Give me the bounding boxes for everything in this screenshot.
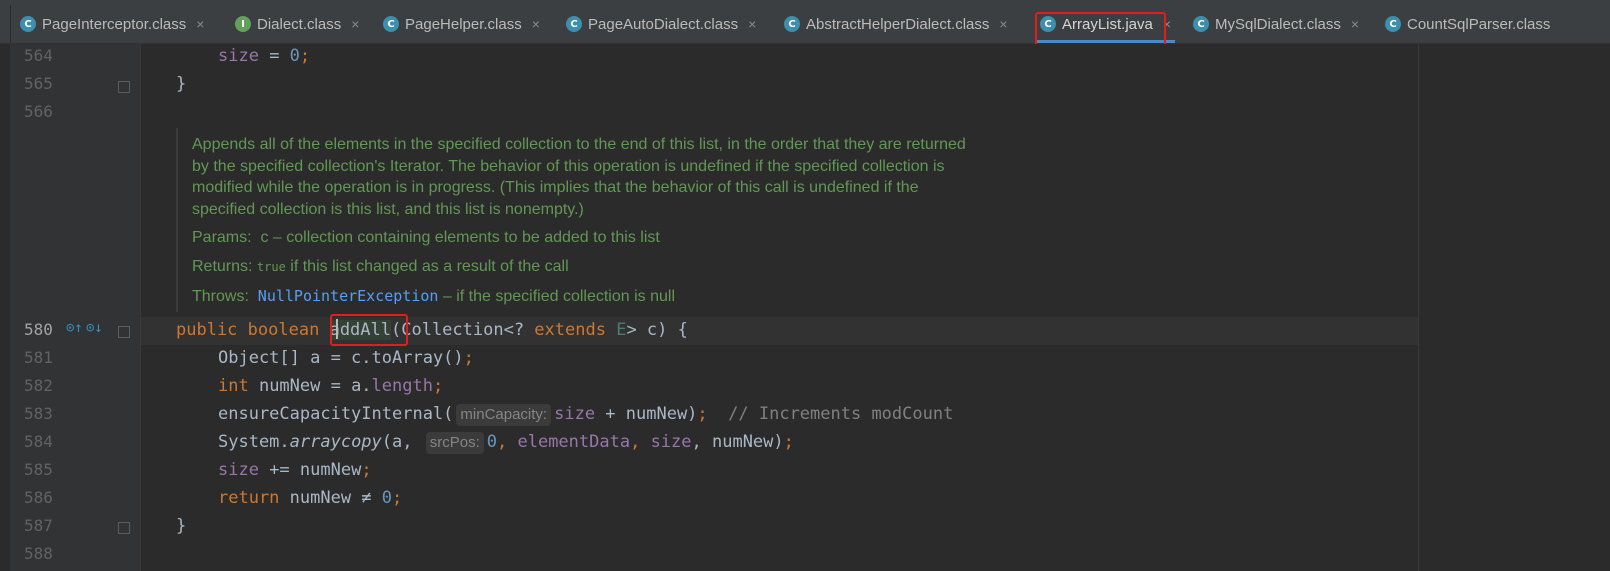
method-highlight-box: [330, 314, 408, 346]
close-icon[interactable]: ×: [532, 16, 540, 32]
fold-end-icon[interactable]: [118, 522, 130, 534]
tab-mysqldialect[interactable]: C MySqlDialect.class ×: [1193, 5, 1359, 43]
right-margin-guide: [1418, 44, 1419, 571]
text-caret: [336, 319, 338, 339]
fold-end-icon[interactable]: [118, 81, 130, 93]
doc-returns: Returns: true if this list changed as a …: [192, 258, 569, 275]
parameter-hint: minCapacity:: [456, 404, 552, 426]
close-icon[interactable]: ×: [999, 16, 1007, 32]
code-line-581: Object[] a = c.toArray();: [218, 348, 474, 368]
class-icon: C: [383, 16, 399, 32]
code-line-564: size = 0;: [218, 46, 311, 66]
tab-pageinterceptor[interactable]: C PageInterceptor.class ×: [20, 5, 204, 43]
code-line-586: return numNew ≠ 0;: [218, 488, 403, 508]
code-line-565: }: [176, 74, 187, 94]
line-number: 583: [24, 404, 53, 423]
class-icon: C: [20, 16, 36, 32]
parameter-hint: srcPos:: [425, 432, 484, 454]
line-number: 581: [24, 348, 53, 367]
line-number: 565: [24, 74, 53, 93]
class-icon: C: [784, 16, 800, 32]
tab-label: MySqlDialect.class: [1215, 15, 1341, 33]
doc-throws: Throws: NullPointerException – if the sp…: [192, 287, 675, 305]
doc-params: Params: c – collection containing elemen…: [192, 229, 660, 246]
tab-pageautodialect[interactable]: C PageAutoDialect.class ×: [566, 5, 756, 43]
tab-pagehelper[interactable]: C PageHelper.class ×: [383, 5, 540, 43]
close-icon[interactable]: ×: [351, 16, 359, 32]
code-line-584: System.arraycopy(a, srcPos: 0, elementDat…: [218, 432, 794, 454]
code-line-580: public boolean addAll(Collection<? exten…: [176, 320, 688, 340]
line-number: 586: [24, 488, 53, 507]
tab-abstracthelperdialect[interactable]: C AbstractHelperDialect.class ×: [784, 5, 1008, 43]
line-number: 566: [24, 102, 53, 121]
code-line-585: size += numNew;: [218, 460, 372, 480]
tab-label: CountSqlParser.class: [1407, 15, 1551, 33]
doc-description: Appends all of the elements in the speci…: [192, 136, 966, 218]
line-number: 587: [24, 516, 53, 535]
tab-label: PageAutoDialect.class: [588, 15, 739, 33]
close-icon[interactable]: ×: [196, 16, 204, 32]
tab-label: PageHelper.class: [405, 15, 522, 33]
tab-label: PageInterceptor.class: [42, 15, 187, 33]
tab-label: AbstractHelperDialect.class: [806, 15, 990, 33]
close-icon[interactable]: ×: [748, 16, 756, 32]
exception-link[interactable]: NullPointerException: [258, 287, 439, 305]
class-icon: C: [1385, 16, 1401, 32]
tab-dialect[interactable]: I Dialect.class ×: [235, 5, 359, 43]
code-editor[interactable]: 564 565 566 580 581 582 583 584 585 586 …: [0, 44, 1610, 571]
project-tool-strip[interactable]: [0, 5, 11, 43]
code-line-583: ensureCapacityInternal(minCapacity: size …: [218, 404, 954, 426]
fold-start-icon[interactable]: [118, 326, 130, 338]
close-icon[interactable]: ×: [1351, 16, 1359, 32]
line-number: 564: [24, 46, 53, 65]
editor-tab-bar: C PageInterceptor.class × I Dialect.clas…: [0, 5, 1610, 44]
line-number: 584: [24, 432, 53, 451]
rendered-javadoc: Appends all of the elements in the speci…: [176, 128, 972, 312]
class-icon: C: [1193, 16, 1209, 32]
line-number: 580: [24, 320, 53, 339]
interface-icon: I: [235, 16, 251, 32]
line-number: 582: [24, 376, 53, 395]
line-number: 588: [24, 544, 53, 563]
class-icon: C: [566, 16, 582, 32]
tab-label: Dialect.class: [257, 15, 342, 33]
override-icon[interactable]: ⊙↑: [66, 320, 83, 336]
overridden-icon[interactable]: ⊙↓: [86, 320, 103, 336]
line-number: 585: [24, 460, 53, 479]
tab-countsqlparser[interactable]: C CountSqlParser.class: [1385, 5, 1550, 43]
code-line-582: int numNew = a.length;: [218, 376, 444, 396]
code-line-587: }: [176, 516, 187, 536]
